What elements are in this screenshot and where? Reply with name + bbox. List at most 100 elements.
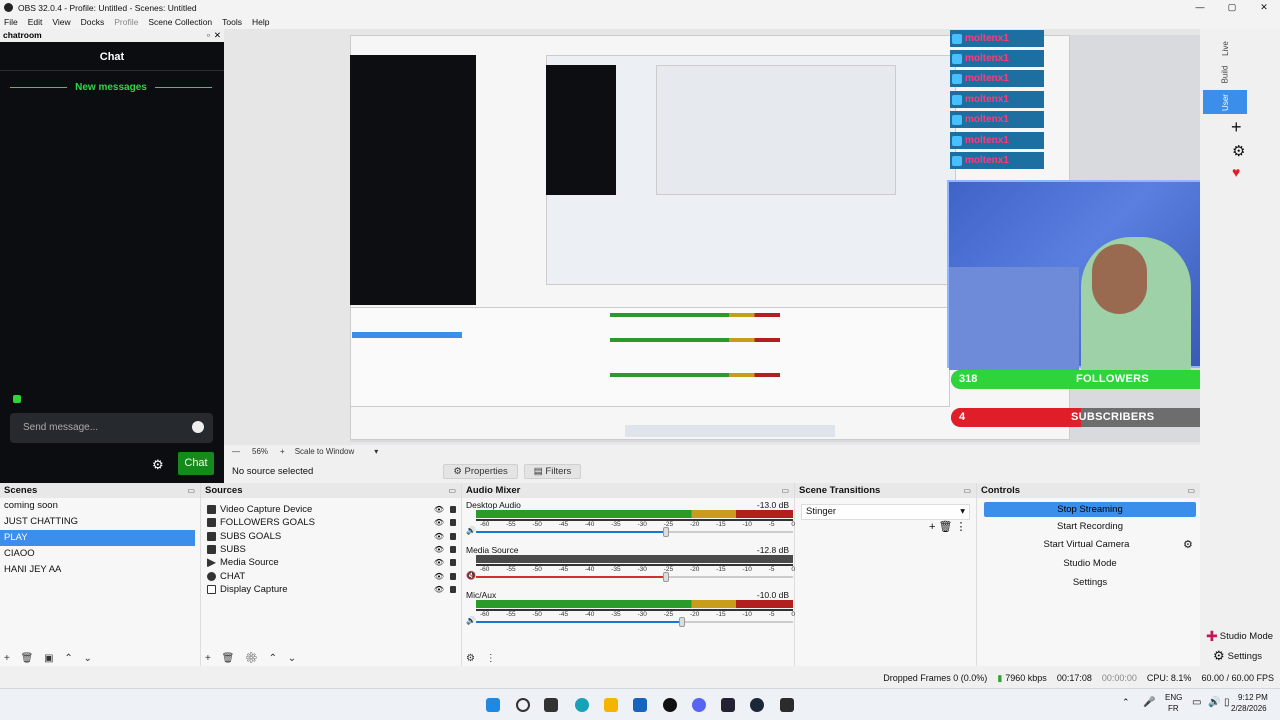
network-icon[interactable]: ▭ [1192,697,1201,708]
lock-icon[interactable] [450,532,456,540]
scale-mode-select[interactable]: Scale to Window [295,447,355,456]
maximize-button[interactable]: ▢ [1216,0,1248,15]
minimize-button[interactable]: — [1184,0,1216,15]
scene-item[interactable]: coming soon [0,498,200,514]
dock-menu-icon[interactable]: ▭ [187,483,195,498]
source-item[interactable]: Video Capture Device 👁 [201,503,461,516]
search-icon[interactable] [516,698,530,712]
lock-icon[interactable] [450,519,456,527]
settings-button[interactable]: Settings [984,575,1196,590]
speaker-icon[interactable]: 🔊 [466,616,476,625]
menu-docks[interactable]: Docks [81,17,105,27]
chat-badge-icon[interactable] [13,395,21,403]
region-indicator[interactable]: FR [1168,704,1179,713]
battery-icon[interactable]: ▯ [1224,697,1230,708]
eye-icon[interactable]: 👁 [434,516,444,529]
send-message-input[interactable]: Send message... [10,413,213,443]
source-item[interactable]: CHAT 👁 [201,569,461,582]
dock-menu-icon[interactable]: ▭ [1187,483,1195,498]
scene-tools[interactable]: + 🗑 ▣ ⌃ ⌄ [4,653,96,664]
task-view-icon[interactable] [544,698,558,712]
eye-icon[interactable]: 👁 [434,583,444,596]
menu-file[interactable]: File [4,17,18,27]
chat-settings-gear-icon[interactable]: ⚙ [152,457,164,473]
speaker-muted-icon[interactable]: 🔇 [466,571,476,580]
float-dock-icon[interactable]: ▫ [207,29,210,42]
filters-button[interactable]: ▤ Filters [523,464,582,479]
app-icon[interactable] [780,698,794,712]
lock-icon[interactable] [450,506,456,514]
lock-icon[interactable] [450,546,456,554]
side-studio-mode-button[interactable]: ✚ Studio Mode [1206,628,1273,645]
source-item[interactable]: SUBS GOALS 👁 [201,530,461,543]
eye-icon[interactable]: 👁 [434,543,444,556]
eye-icon[interactable]: 👁 [434,530,444,543]
mic-icon[interactable]: 🎤 [1143,697,1155,708]
close-button[interactable]: ✕ [1248,0,1280,15]
menu-tools[interactable]: Tools [222,17,242,27]
stop-streaming-button[interactable]: Stop Streaming [984,502,1196,517]
zoom-in-icon[interactable]: + [280,447,285,456]
emoji-icon[interactable] [192,421,204,433]
start-virtual-camera-button[interactable]: Start Virtual Camera [984,537,1189,552]
menu-scene-collection[interactable]: Scene Collection [148,17,212,27]
menu-view[interactable]: View [52,17,70,27]
dock-menu-icon[interactable]: ▭ [963,483,971,498]
scene-item[interactable]: HANI JEY AA [0,562,200,578]
tab-user[interactable]: User [1203,90,1247,114]
zoom-out-icon[interactable]: — [232,447,240,456]
tab-live[interactable]: Live [1203,36,1247,60]
chevron-down-icon[interactable]: ▾ [374,447,378,456]
scene-item-selected[interactable]: PLAY [0,530,195,546]
gear-icon[interactable]: ⚙ [1232,142,1245,160]
scene-item[interactable]: JUST CHATTING [0,514,200,530]
lock-icon[interactable] [450,572,456,580]
mixer-tools[interactable]: ⚙ ⋮ [466,653,500,664]
clock-time[interactable]: 9:12 PM [1238,693,1268,702]
chevron-up-icon[interactable]: ⌃ [1122,697,1130,708]
clock-date[interactable]: 2/28/2026 [1231,704,1267,713]
chat-send-button[interactable]: Chat [178,452,214,475]
source-item[interactable]: FOLLOWERS GOALS 👁 [201,516,461,529]
source-item[interactable]: Display Capture 👁 [201,583,461,596]
start-icon[interactable] [486,698,500,712]
properties-button[interactable]: ⚙ Properties [443,464,518,479]
dock-menu-icon[interactable]: ▭ [781,483,789,498]
add-icon[interactable]: + [1231,117,1242,138]
volume-slider[interactable] [476,527,793,537]
virtual-camera-settings-icon[interactable]: ⚙ [1183,538,1193,551]
tab-build[interactable]: Build [1203,62,1247,86]
side-settings-button[interactable]: ⚙ Settings [1213,648,1262,664]
app-icon[interactable] [633,698,647,712]
speaker-icon[interactable]: 🔊 [466,526,476,535]
heart-icon[interactable]: ♥ [1232,164,1240,180]
lock-icon[interactable] [450,559,456,567]
language-indicator[interactable]: ENG [1165,693,1182,702]
menu-help[interactable]: Help [252,17,269,27]
volume-slider[interactable] [476,572,793,582]
discord-icon[interactable] [692,698,706,712]
source-tools[interactable]: + 🗑 ⚙ ⌃ ⌄ [205,653,300,664]
add-transition-icon[interactable]: + 🗑 ⋮ [929,520,967,533]
menu-profile[interactable]: Profile [114,17,138,27]
lock-icon[interactable] [450,585,456,593]
studio-mode-button[interactable]: Studio Mode [984,556,1196,571]
new-messages-indicator[interactable]: New messages [10,82,212,93]
app-icon[interactable] [721,698,735,712]
eye-icon[interactable]: 👁 [434,570,444,583]
steam-icon[interactable] [750,698,764,712]
source-item[interactable]: SUBS 👁 [201,543,461,556]
transition-select[interactable]: Stinger ▾ [801,504,970,520]
close-dock-icon[interactable]: ✕ [214,29,221,42]
scene-item[interactable]: CIAOO [0,546,200,562]
file-explorer-icon[interactable] [604,698,618,712]
volume-slider[interactable] [476,617,793,627]
source-item[interactable]: Media Source 👁 [201,556,461,569]
dock-menu-icon[interactable]: ▭ [448,483,456,498]
edge-icon[interactable] [575,698,589,712]
eye-icon[interactable]: 👁 [434,556,444,569]
obs-icon[interactable] [663,698,677,712]
start-recording-button[interactable]: Start Recording [984,519,1196,534]
menu-edit[interactable]: Edit [28,17,43,27]
eye-icon[interactable]: 👁 [434,503,444,516]
